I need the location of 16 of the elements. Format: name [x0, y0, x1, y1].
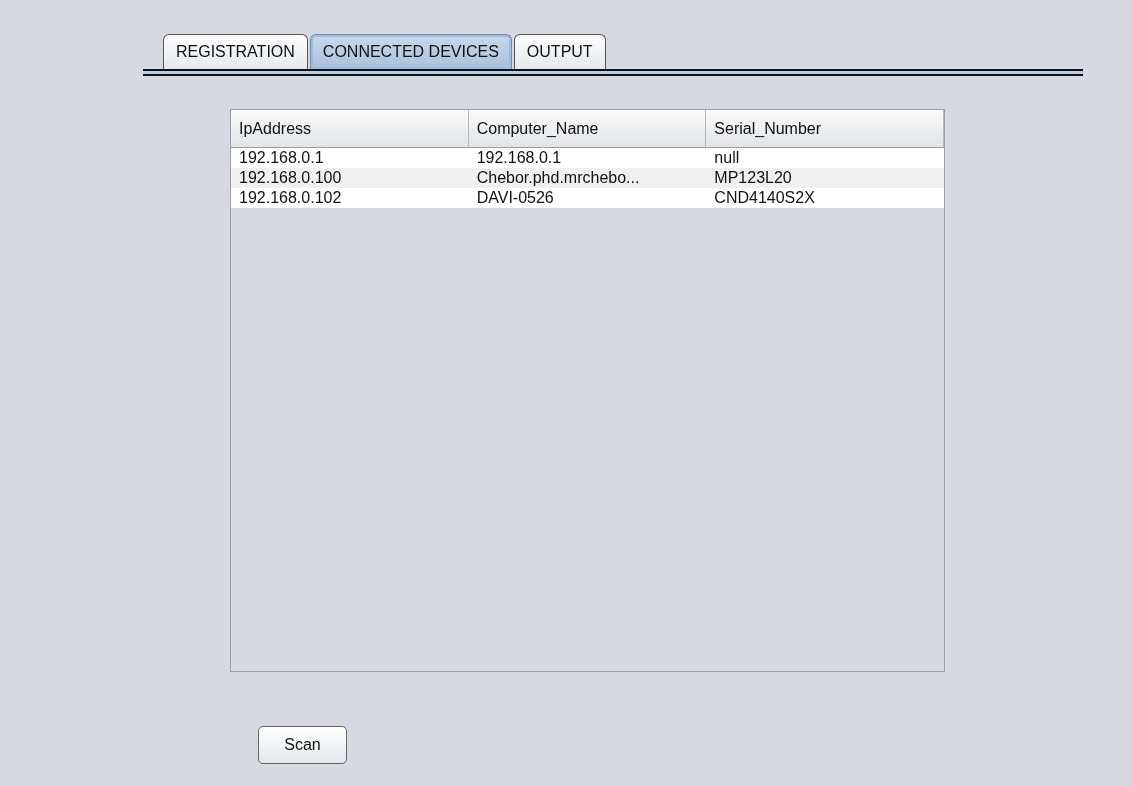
column-header[interactable]: Serial_Number [706, 110, 944, 147]
tab[interactable]: REGISTRATION [163, 34, 308, 69]
table-cell-text: MP123L20 [713, 168, 793, 188]
column-header[interactable]: IpAddress [231, 110, 469, 147]
scan-button[interactable]: Scan [258, 726, 347, 764]
table-cell-text: 192.168.0.1 [475, 148, 563, 168]
column-header[interactable]: Computer_Name [468, 110, 707, 147]
tab[interactable]: CONNECTED DEVICES [309, 34, 512, 69]
tab[interactable]: OUTPUT [513, 34, 606, 69]
table-cell-text: null [713, 148, 741, 168]
table-cell-text: DAVI-0526 [475, 188, 555, 208]
table-cell-text: Chebor.phd.mrchebo... [475, 168, 641, 188]
table-cell-text: 192.168.0.102 [238, 188, 343, 208]
table-cell-text: CND4140S2X [713, 188, 816, 208]
table-cell-text: 192.168.0.1 [238, 148, 325, 168]
table-cell-text: 192.168.0.100 [238, 168, 343, 188]
